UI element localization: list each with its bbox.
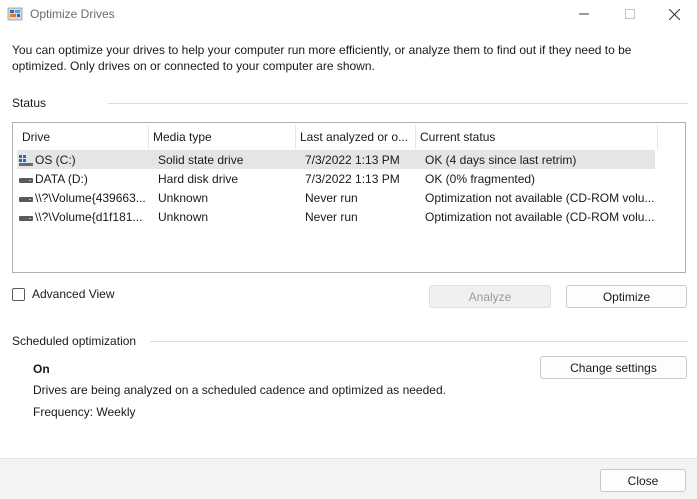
hard-drive-icon bbox=[19, 173, 33, 185]
drive-list-header: Drive Media type Last analyzed or o... C… bbox=[18, 125, 658, 149]
defrag-app-icon bbox=[7, 6, 23, 22]
drive-name: OS (C:) bbox=[35, 152, 76, 167]
scheduled-divider bbox=[150, 341, 688, 342]
title-bar: Optimize Drives bbox=[0, 0, 697, 28]
maximize-button[interactable] bbox=[607, 0, 653, 28]
media-type: Unknown bbox=[158, 190, 209, 205]
schedule-description: Drives are being analyzed on a scheduled… bbox=[33, 383, 446, 397]
current-status: OK (0% fragmented) bbox=[425, 171, 536, 186]
os-drive-icon bbox=[19, 154, 33, 166]
advanced-view-option[interactable]: Advanced View bbox=[12, 287, 115, 301]
close-button[interactable]: Close bbox=[600, 469, 686, 492]
optimize-button[interactable]: Optimize bbox=[566, 285, 687, 308]
media-type: Solid state drive bbox=[158, 152, 244, 167]
last-analyzed: 7/3/2022 1:13 PM bbox=[305, 152, 400, 167]
window-title: Optimize Drives bbox=[30, 7, 115, 21]
drive-name: \\?\Volume{439663... bbox=[35, 190, 146, 205]
current-status: OK (4 days since last retrim) bbox=[425, 152, 577, 167]
column-header-current-status[interactable]: Current status bbox=[416, 125, 658, 149]
column-header-media-type[interactable]: Media type bbox=[149, 125, 296, 149]
current-status: Optimization not available (CD-ROM volu.… bbox=[425, 190, 655, 205]
last-analyzed: Never run bbox=[305, 190, 358, 205]
drive-row[interactable]: DATA (D:) Hard disk drive 7/3/2022 1:13 … bbox=[17, 169, 655, 188]
advanced-view-checkbox[interactable] bbox=[12, 287, 25, 301]
column-header-drive[interactable]: Drive bbox=[18, 125, 149, 149]
status-section-label: Status bbox=[12, 96, 47, 110]
media-type: Unknown bbox=[158, 209, 209, 224]
drive-name: DATA (D:) bbox=[35, 171, 88, 186]
column-header-last-analyzed[interactable]: Last analyzed or o... bbox=[296, 125, 416, 149]
media-type: Hard disk drive bbox=[158, 171, 239, 186]
dialog-footer bbox=[0, 458, 697, 499]
analyze-button[interactable]: Analyze bbox=[429, 285, 551, 308]
drive-list[interactable]: Drive Media type Last analyzed or o... C… bbox=[12, 122, 686, 273]
advanced-view-label: Advanced View bbox=[32, 287, 115, 301]
maximize-icon bbox=[625, 9, 635, 19]
schedule-status: On bbox=[33, 362, 50, 376]
hard-drive-icon bbox=[19, 192, 33, 204]
schedule-frequency: Frequency: Weekly bbox=[33, 405, 136, 419]
last-analyzed: Never run bbox=[305, 209, 358, 224]
drive-row[interactable]: OS (C:) Solid state drive 7/3/2022 1:13 … bbox=[17, 150, 655, 169]
change-settings-button[interactable]: Change settings bbox=[540, 356, 687, 379]
minimize-icon bbox=[579, 13, 589, 15]
description-text: You can optimize your drives to help you… bbox=[12, 43, 632, 73]
hard-drive-icon bbox=[19, 211, 33, 223]
scheduled-section-label: Scheduled optimization bbox=[12, 334, 137, 348]
status-divider bbox=[108, 103, 688, 104]
minimize-button[interactable] bbox=[561, 0, 607, 28]
last-analyzed: 7/3/2022 1:13 PM bbox=[305, 171, 400, 186]
close-window-button[interactable] bbox=[651, 0, 697, 28]
current-status: Optimization not available (CD-ROM volu.… bbox=[425, 209, 655, 224]
close-icon bbox=[668, 8, 680, 20]
drive-name: \\?\Volume{d1f181... bbox=[35, 209, 143, 224]
drive-row[interactable]: \\?\Volume{d1f181... Unknown Never run O… bbox=[17, 207, 655, 226]
drive-row[interactable]: \\?\Volume{439663... Unknown Never run O… bbox=[17, 188, 655, 207]
